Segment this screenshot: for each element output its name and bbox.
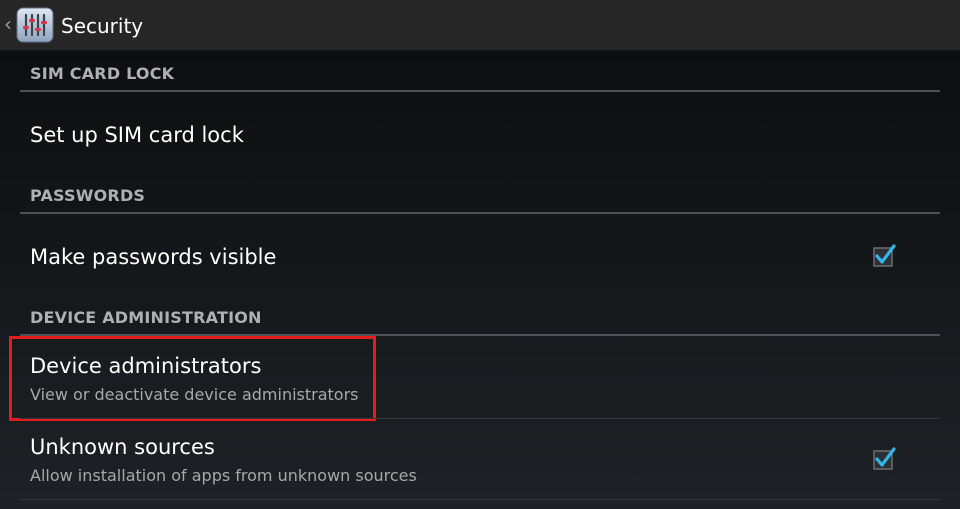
section-header-device-administration: DEVICE ADMINISTRATION	[30, 308, 262, 327]
section-divider	[20, 90, 940, 92]
page-title: Security	[61, 14, 144, 38]
item-divider	[20, 418, 940, 419]
pref-summary: Allow installation of apps from unknown …	[30, 466, 417, 485]
settings-sliders-icon[interactable]	[16, 7, 54, 43]
pref-title: Make passwords visible	[30, 245, 277, 269]
section-divider	[20, 212, 940, 214]
action-bar: ‹ Security	[0, 0, 960, 51]
pref-title: Set up SIM card lock	[30, 123, 244, 147]
item-divider	[20, 499, 940, 500]
section-header-sim-card-lock: SIM CARD LOCK	[30, 64, 175, 83]
section-header-passwords: PASSWORDS	[30, 186, 146, 205]
unknown-sources-checkbox[interactable]	[870, 444, 898, 472]
highlight-box	[9, 336, 376, 421]
back-chevron-icon[interactable]: ‹	[4, 12, 12, 36]
pref-title: Unknown sources	[30, 435, 215, 459]
make-passwords-visible-checkbox[interactable]	[870, 241, 898, 269]
